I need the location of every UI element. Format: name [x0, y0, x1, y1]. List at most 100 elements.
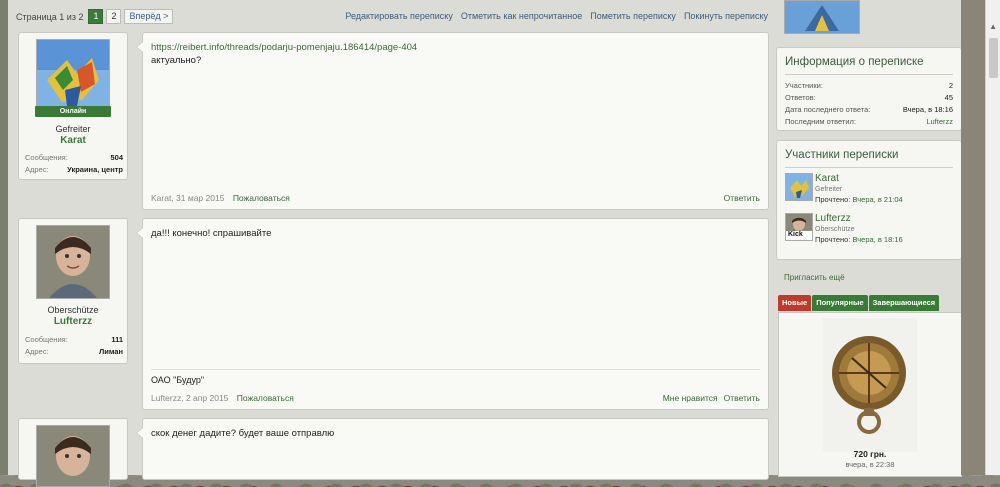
bubble-arrow: [136, 41, 143, 53]
edit-conversation-link[interactable]: Редактировать переписку: [345, 11, 453, 21]
stat-value: 504: [110, 153, 123, 162]
participant-name[interactable]: Karat: [815, 173, 839, 184]
divider: [785, 167, 953, 168]
info-row-participants: Участники: 2: [785, 81, 953, 90]
info-label: Дата последнего ответа:: [785, 105, 871, 114]
auction-price: 720 грн.: [853, 449, 887, 459]
page-container: Страница 1 из 2 1 2 Вперёд > Редактирова…: [8, 0, 962, 487]
participant-item: Karat Gefreiter Прочтено: Вчера, в 21:04: [785, 173, 953, 207]
message-link[interactable]: https://reibert.info/threads/podarju-pom…: [151, 42, 417, 53]
next-page-button[interactable]: Вперёд >: [124, 9, 174, 24]
user-stat-messages: Сообщения: 111: [25, 335, 123, 344]
auction-item-image[interactable]: [822, 318, 917, 452]
signature-divider: [151, 369, 760, 370]
stat-label: Сообщения:: [25, 153, 68, 162]
message-text: скок денег дадите? будет ваше отправлю: [151, 427, 760, 440]
info-value: Вчера, в 18:16: [902, 105, 953, 114]
user-rank: Gefreiter: [55, 124, 91, 134]
reply-link[interactable]: Ответить: [724, 393, 760, 403]
participants-box: Участники переписки Karat Gefreiter Проч…: [776, 140, 962, 260]
username-link[interactable]: Karat: [19, 135, 127, 146]
read-value: Вчера, в 21:04: [852, 195, 903, 204]
info-box-title: Информация о переписке: [785, 56, 924, 68]
message-content: скок денег дадите? будет ваше отправлю: [151, 428, 335, 439]
like-link[interactable]: Мне нравится: [663, 393, 718, 403]
message-body: https://reibert.info/threads/podarju-pom…: [136, 32, 769, 210]
participant-rank: Gefreiter: [815, 186, 843, 193]
auction-date: вчера, в 22:38: [845, 460, 895, 469]
tab-popular[interactable]: Популярные: [812, 295, 868, 311]
read-value: Вчера, в 18:16: [852, 235, 903, 244]
info-value: 2: [948, 81, 953, 90]
scroll-up-arrow-icon[interactable]: ▲: [989, 22, 997, 31]
scroll-thumb[interactable]: [989, 38, 998, 78]
user-stat-messages: Сообщения: 504: [25, 153, 123, 162]
username-link[interactable]: Lufterzz: [19, 316, 127, 327]
user-rank: Oberschütze: [47, 305, 99, 315]
post-author-date[interactable]: Karat, 31 мар 2015: [151, 193, 224, 203]
reply-link[interactable]: Ответить: [724, 193, 760, 203]
user-card: Онлайн Gefreiter Karat Сообщения: 504 Ад…: [18, 32, 128, 180]
mark-unread-link[interactable]: Отметить как непрочитанное: [461, 11, 582, 21]
report-link[interactable]: Пожаловаться: [237, 393, 294, 403]
thread-topbar: Страница 1 из 2 1 2 Вперёд > Редактирова…: [8, 9, 768, 25]
conversation-info-box: Информация о переписке Участники: 2 Отве…: [776, 47, 962, 131]
message-text: https://reibert.info/threads/podarju-pom…: [151, 41, 760, 67]
bubble-arrow: [136, 427, 143, 439]
read-label: Прочтено:: [815, 195, 851, 204]
message-body: да!!! конечно! спрашивайте ОАО "Будур" L…: [136, 218, 769, 410]
tab-ending[interactable]: Завершающиеся: [868, 295, 940, 311]
sidebar-top-image: [784, 0, 860, 34]
user-stat-location: Адрес: Украина, центр: [25, 165, 123, 174]
message-content: актуально?: [151, 55, 202, 66]
participant-avatar[interactable]: [785, 173, 813, 201]
kick-badge: Kick: [788, 231, 803, 238]
report-link[interactable]: Пожаловаться: [233, 193, 290, 203]
stat-value: 111: [111, 335, 123, 344]
info-value: 45: [944, 93, 953, 102]
page-2-button[interactable]: 2: [106, 9, 122, 24]
info-label: Ответов:: [785, 93, 816, 102]
tab-new[interactable]: Новые: [778, 295, 812, 311]
participant-read: Прочтено: Вчера, в 18:16: [815, 235, 903, 244]
info-label: Участники:: [785, 81, 823, 90]
invite-more-link[interactable]: Пригласить ещё: [784, 273, 845, 282]
pagination: Страница 1 из 2 1 2 Вперёд >: [16, 9, 174, 24]
stat-label: Адрес:: [25, 347, 49, 356]
message-actions: Ответить: [724, 193, 760, 203]
background-strip-left: [0, 0, 8, 475]
message-text: да!!! конечно! спрашивайте: [151, 227, 760, 240]
avatar[interactable]: [36, 39, 110, 113]
bubble-arrow: [136, 227, 143, 239]
participant-name[interactable]: Lufterzz: [815, 213, 851, 224]
leave-conversation-link[interactable]: Покинуть переписку: [684, 11, 768, 21]
info-label: Последним ответил:: [785, 117, 856, 126]
participant-read: Прочтено: Вчера, в 21:04: [815, 195, 903, 204]
info-row-replies: Ответов: 45: [785, 93, 953, 102]
post-author-date[interactable]: Lufterzz, 2 апр 2015: [151, 393, 228, 403]
avatar[interactable]: [36, 425, 110, 487]
star-conversation-link[interactable]: Пометить переписку: [590, 11, 676, 21]
stat-label: Адрес:: [25, 165, 49, 174]
user-stat-location: Адрес: Лиман: [25, 347, 123, 356]
page-1-button[interactable]: 1: [88, 9, 104, 24]
pager-label: Страница 1 из 2: [16, 11, 84, 22]
conversation-actions: Редактировать переписку Отметить как неп…: [345, 11, 768, 21]
online-badge: Онлайн: [35, 106, 111, 117]
participant-item: Kick Lufterzz Oberschütze Прочтено: Вчер…: [785, 213, 953, 247]
page-scrollbar[interactable]: ▲: [985, 0, 1000, 475]
user-card: [18, 418, 128, 487]
info-row-last-replier: Последним ответил: Lufterzz: [785, 117, 953, 126]
auction-item-card: 720 грн. вчера, в 22:38: [778, 312, 962, 477]
info-row-last-reply-date: Дата последнего ответа: Вчера, в 18:16: [785, 105, 953, 114]
last-replier-link[interactable]: Lufterzz: [926, 117, 953, 126]
avatar[interactable]: [36, 225, 110, 299]
message-actions: Мне нравится Ответить: [663, 393, 760, 403]
auction-tabs: Новые Популярные Завершающиеся: [778, 295, 940, 311]
message-content: да!!! конечно! спрашивайте: [151, 228, 272, 239]
read-label: Прочтено:: [815, 235, 851, 244]
stat-label: Сообщения:: [25, 335, 68, 344]
user-card: Oberschütze Lufterzz Сообщения: 111 Адре…: [18, 218, 128, 364]
message-meta: Lufterzz, 2 апр 2015 Пожаловаться: [151, 393, 294, 403]
participant-avatar[interactable]: Kick: [785, 213, 813, 241]
